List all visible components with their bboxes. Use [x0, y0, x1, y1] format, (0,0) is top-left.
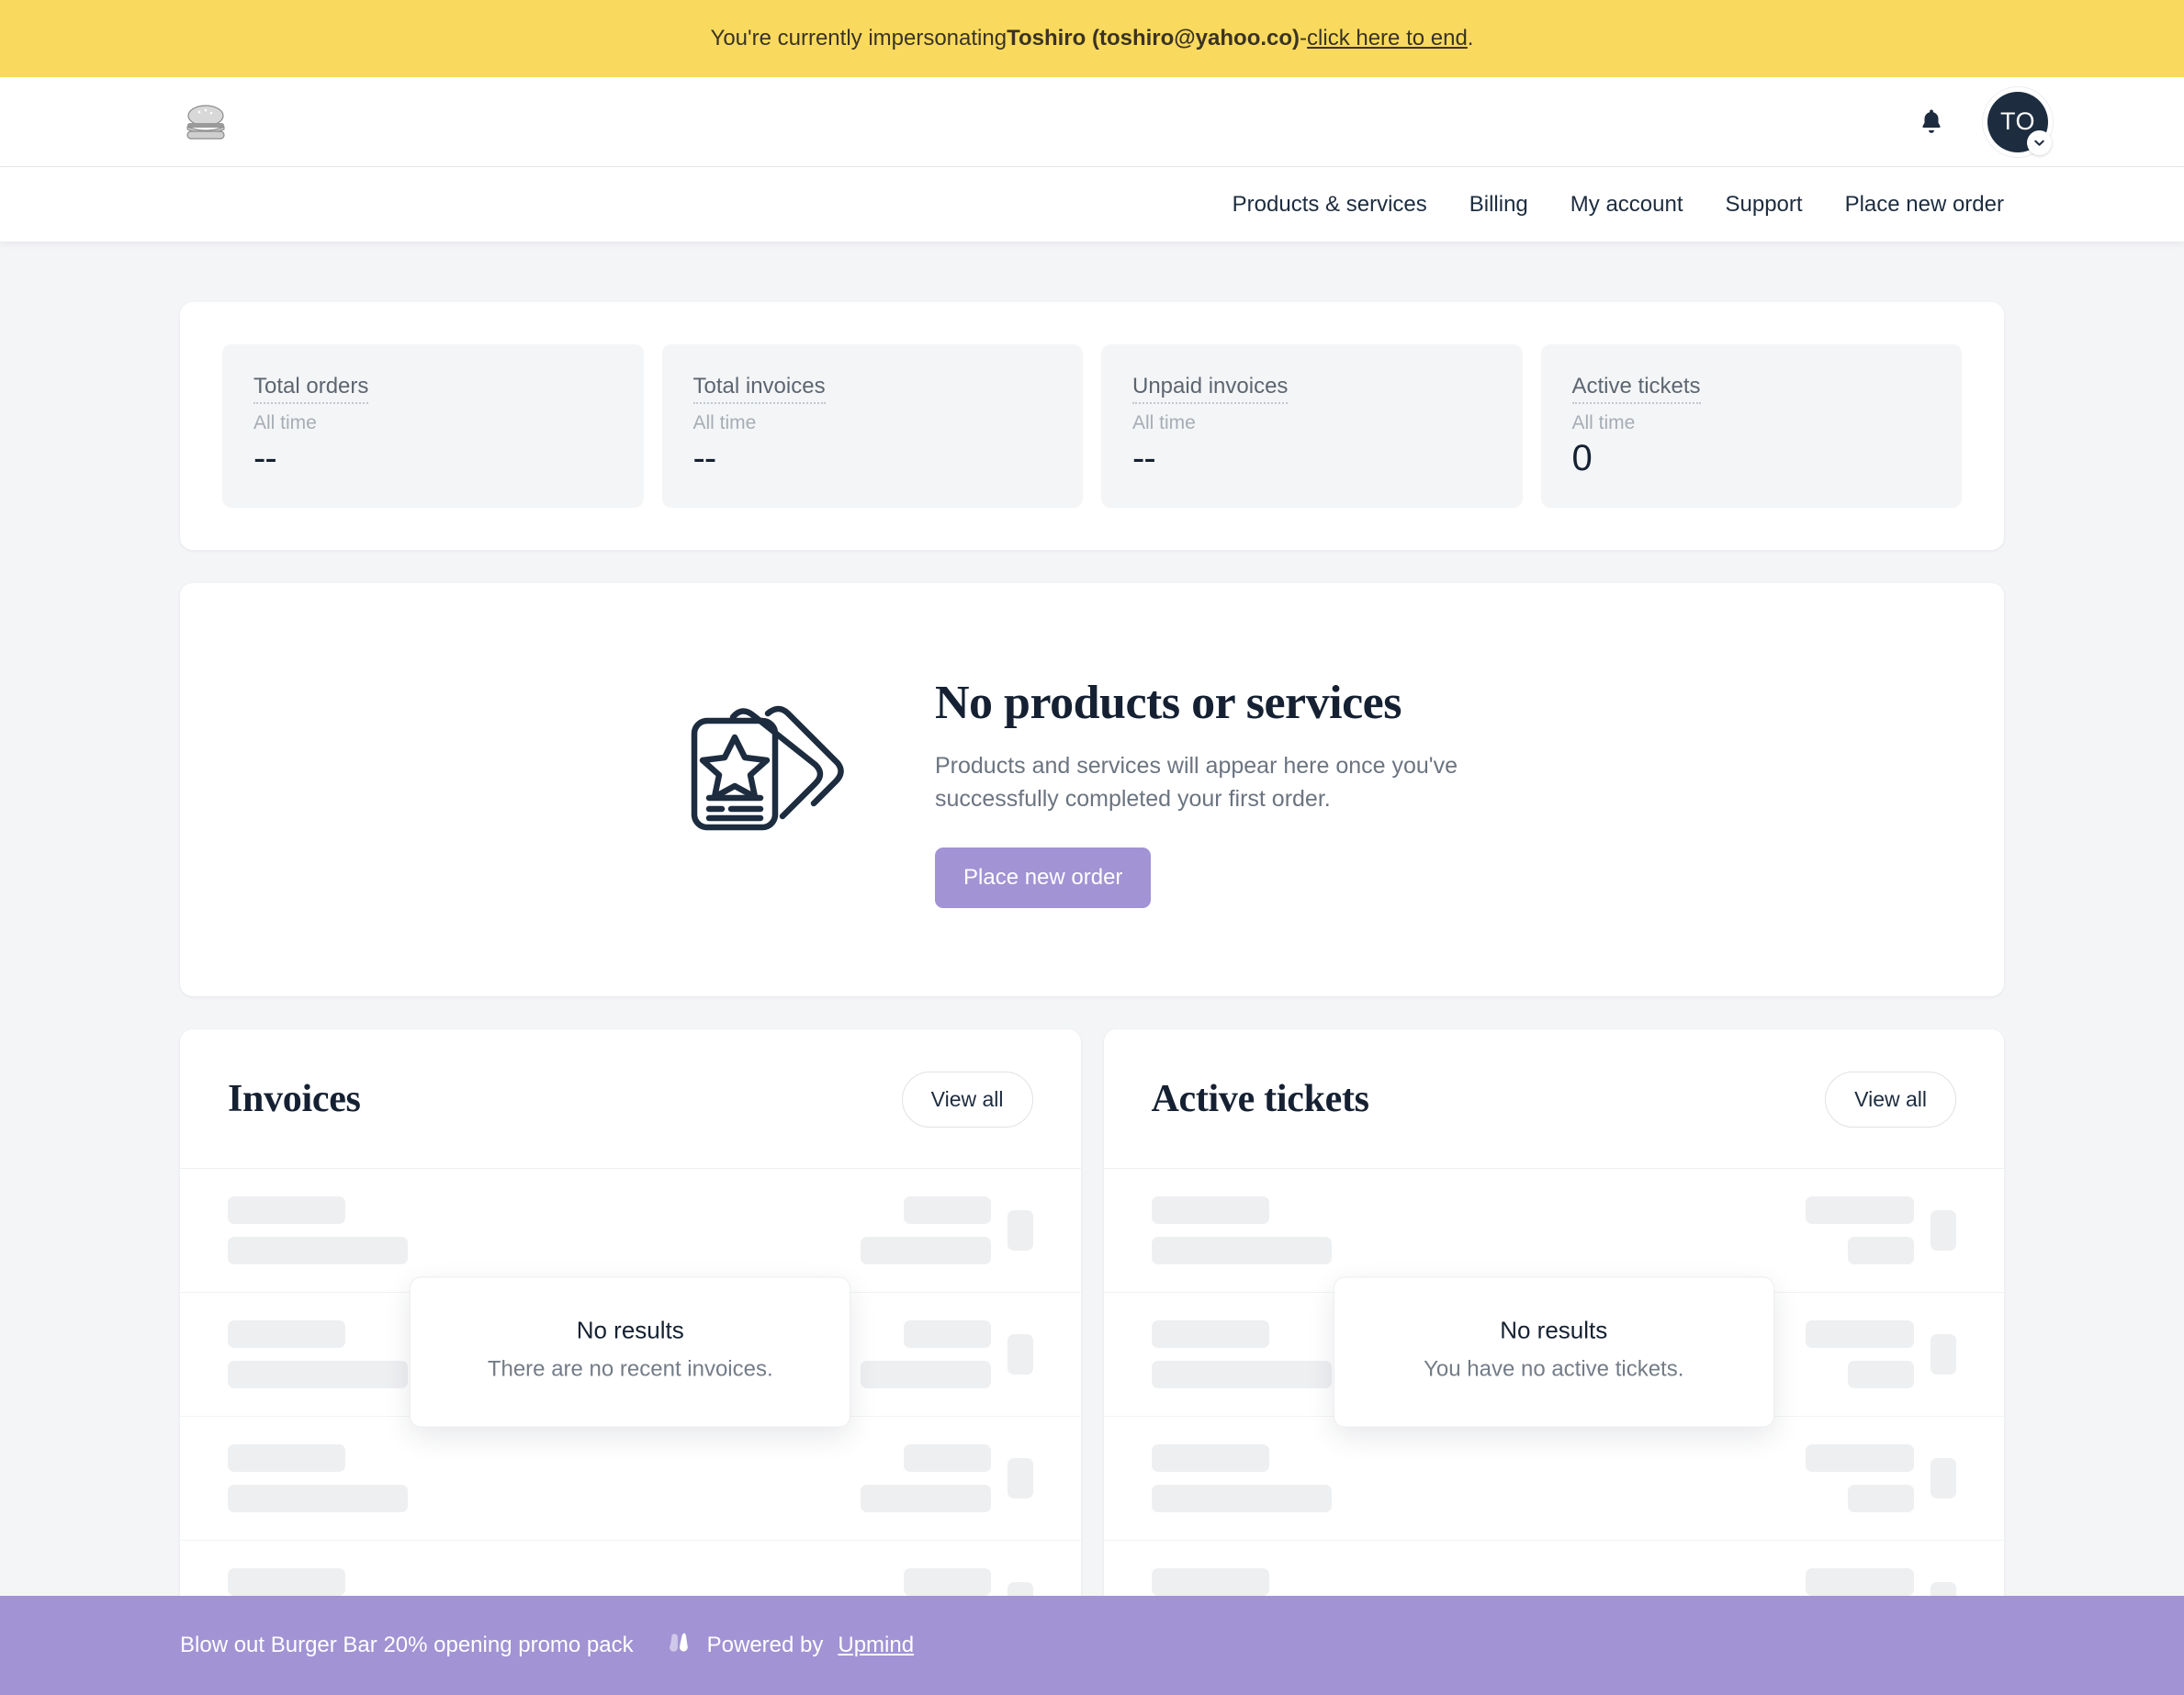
impersonation-banner: You're currently impersonating Toshiro (…	[0, 0, 2184, 77]
stat-value: --	[692, 438, 717, 478]
powered-by-label: Powered by	[706, 1633, 824, 1657]
stat-value: --	[1132, 438, 1156, 478]
stat-period: All time	[1132, 412, 1196, 433]
active-tickets-panel: Active tickets View all No results You h…	[1103, 1028, 2005, 1596]
bell-icon[interactable]	[1916, 105, 1947, 140]
upmind-link[interactable]: Upmind	[838, 1633, 914, 1658]
no-results-text: There are no recent invoices.	[487, 1356, 773, 1382]
stat-card-active-tickets: Active tickets All time 0	[1540, 344, 1962, 508]
header-actions: TO	[1916, 91, 2052, 155]
nav-item-products-services[interactable]: Products & services	[1211, 192, 1448, 218]
stat-period: All time	[692, 412, 757, 433]
main-content: Total orders All time -- Total invoices …	[0, 241, 2184, 1596]
site-header: TO	[0, 77, 2184, 167]
stat-period: All time	[1571, 412, 1636, 433]
site-footer: Blow out Burger Bar 20% opening promo pa…	[0, 1596, 2184, 1695]
stat-title[interactable]: Active tickets	[1571, 374, 1701, 404]
tickets-view-all-button[interactable]: View all	[1825, 1071, 1956, 1128]
end-impersonation-link[interactable]: click here to end	[1307, 26, 1468, 51]
nav-item-billing[interactable]: Billing	[1448, 192, 1549, 218]
stat-value: 0	[1571, 438, 1593, 478]
active-tickets-panel-title: Active tickets	[1151, 1078, 1370, 1121]
place-new-order-button[interactable]: Place new order	[935, 847, 1152, 908]
skeleton-row	[1103, 1417, 2004, 1541]
invoices-panel-title: Invoices	[228, 1078, 361, 1121]
avatar[interactable]: TO	[1987, 91, 2052, 155]
stat-card-total-orders: Total orders All time --	[222, 344, 644, 508]
invoices-panel-header: Invoices View all	[180, 1029, 1081, 1169]
skeleton-row	[180, 1417, 1081, 1541]
page-root: You're currently impersonating Toshiro (…	[0, 0, 2184, 1695]
skeleton-row	[180, 1169, 1081, 1293]
no-results-title: No results	[1500, 1316, 1608, 1344]
tickets-no-results: No results You have no active tickets.	[1333, 1276, 1774, 1428]
nav-item-place-new-order[interactable]: Place new order	[1824, 192, 2004, 218]
upmind-logo-icon	[665, 1630, 692, 1662]
footer-promo-text: Blow out Burger Bar 20% opening promo pa…	[180, 1633, 634, 1657]
dashboard-panels: Invoices View all No results There are n…	[180, 1028, 2005, 1596]
stat-card-unpaid-invoices: Unpaid invoices All time --	[1101, 344, 1523, 508]
impersonation-prefix: You're currently impersonating	[710, 26, 1008, 51]
active-tickets-panel-header: Active tickets View all	[1103, 1029, 2004, 1169]
stat-value: --	[253, 438, 277, 478]
nav-item-support[interactable]: Support	[1705, 192, 1824, 218]
empty-state-description: Products and services will appear here o…	[935, 753, 1458, 813]
invoices-panel: Invoices View all No results There are n…	[180, 1028, 1081, 1596]
powered-by-block: Powered by Upmind	[665, 1630, 914, 1662]
burger-logo-icon[interactable]	[180, 101, 231, 143]
skeleton-row	[1104, 1541, 2005, 1596]
stat-title[interactable]: Unpaid invoices	[1132, 374, 1289, 404]
stat-title[interactable]: Total orders	[253, 374, 369, 404]
no-results-title: No results	[576, 1316, 684, 1344]
impersonation-suffix: .	[1467, 26, 1474, 51]
no-results-text: You have no active tickets.	[1424, 1356, 1684, 1382]
skeleton-row	[180, 1541, 1081, 1596]
main-nav: Products & services Billing My account S…	[0, 167, 2184, 241]
stats-summary-card: Total orders All time -- Total invoices …	[180, 302, 2004, 550]
chevron-down-icon[interactable]	[2027, 129, 2052, 155]
page-title: No products or services	[935, 677, 1402, 729]
products-empty-state-card: No products or services Products and ser…	[180, 583, 2004, 996]
stat-period: All time	[253, 412, 317, 433]
empty-state-body: No products or services Products and ser…	[935, 668, 1504, 908]
stacked-cards-star-icon	[680, 668, 885, 843]
stat-card-total-invoices: Total invoices All time --	[661, 344, 1083, 508]
stat-title[interactable]: Total invoices	[692, 374, 826, 404]
impersonation-separator: -	[1300, 26, 1308, 51]
skeleton-row	[1103, 1169, 2004, 1293]
impersonated-user: Toshiro (toshiro@yahoo.co)	[1007, 26, 1300, 51]
invoices-view-all-button[interactable]: View all	[901, 1071, 1033, 1128]
invoices-no-results: No results There are no recent invoices.	[410, 1276, 851, 1428]
nav-item-my-account[interactable]: My account	[1549, 192, 1705, 218]
